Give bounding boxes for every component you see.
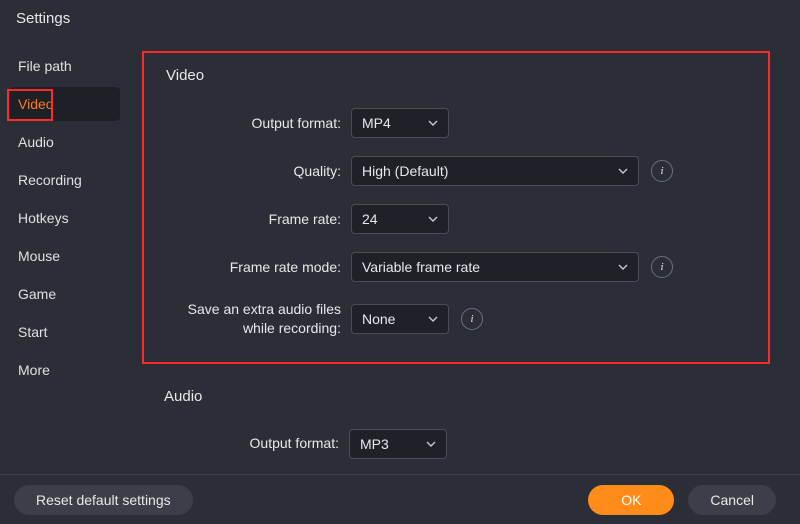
footer: Reset default settings OK Cancel [0, 474, 800, 524]
sidebar: File path Video Audio Recording Hotkeys … [0, 41, 130, 471]
chevron-down-icon [618, 262, 628, 272]
label-extra-audio: Save an extra audio files while recordin… [166, 300, 351, 338]
cancel-button[interactable]: Cancel [688, 485, 776, 515]
sidebar-item-recording[interactable]: Recording [10, 163, 120, 197]
sidebar-item-more[interactable]: More [10, 353, 120, 387]
select-value: None [362, 311, 395, 327]
row-frame-rate-mode: Frame rate mode: Variable frame rate i [166, 252, 746, 282]
select-frame-rate[interactable]: 24 [351, 204, 449, 234]
label-frame-rate: Frame rate: [166, 210, 351, 229]
video-section: Video Output format: MP4 Quality: High (… [142, 51, 770, 364]
section-title-video: Video [166, 67, 746, 84]
select-output-format[interactable]: MP4 [351, 108, 449, 138]
info-button-frame-rate-mode[interactable]: i [651, 256, 673, 278]
sidebar-item-mouse[interactable]: Mouse [10, 239, 120, 273]
row-audio-output-format: Output format: MP3 [164, 429, 748, 459]
main-area: File path Video Audio Recording Hotkeys … [0, 41, 800, 471]
select-value: MP3 [360, 436, 389, 452]
sidebar-item-file-path[interactable]: File path [10, 49, 120, 83]
chevron-down-icon [618, 166, 628, 176]
select-frame-rate-mode[interactable]: Variable frame rate [351, 252, 639, 282]
chevron-down-icon [428, 314, 438, 324]
label-output-format: Output format: [166, 114, 351, 133]
content-pane: Video Output format: MP4 Quality: High (… [130, 41, 800, 471]
sidebar-item-audio[interactable]: Audio [10, 125, 120, 159]
row-quality: Quality: High (Default) i [166, 156, 746, 186]
select-audio-output-format[interactable]: MP3 [349, 429, 447, 459]
select-value: 24 [362, 211, 378, 227]
section-title-audio: Audio [164, 388, 748, 405]
ok-button[interactable]: OK [588, 485, 674, 515]
sidebar-item-game[interactable]: Game [10, 277, 120, 311]
info-button-quality[interactable]: i [651, 160, 673, 182]
label-audio-output-format: Output format: [164, 434, 349, 453]
select-extra-audio[interactable]: None [351, 304, 449, 334]
chevron-down-icon [426, 439, 436, 449]
row-extra-audio: Save an extra audio files while recordin… [166, 300, 746, 338]
label-quality: Quality: [166, 162, 351, 181]
sidebar-item-hotkeys[interactable]: Hotkeys [10, 201, 120, 235]
chevron-down-icon [428, 118, 438, 128]
audio-section: Audio Output format: MP3 Bitrate: 128 [142, 388, 770, 471]
sidebar-item-video[interactable]: Video [10, 87, 120, 121]
chevron-down-icon [428, 214, 438, 224]
info-button-extra-audio[interactable]: i [461, 308, 483, 330]
row-frame-rate: Frame rate: 24 [166, 204, 746, 234]
label-frame-rate-mode: Frame rate mode: [166, 258, 351, 277]
select-value: High (Default) [362, 163, 448, 179]
select-value: Variable frame rate [362, 259, 480, 275]
reset-button[interactable]: Reset default settings [14, 485, 193, 515]
select-value: MP4 [362, 115, 391, 131]
select-quality[interactable]: High (Default) [351, 156, 639, 186]
sidebar-item-start[interactable]: Start [10, 315, 120, 349]
row-output-format: Output format: MP4 [166, 108, 746, 138]
window-title: Settings [0, 0, 800, 41]
